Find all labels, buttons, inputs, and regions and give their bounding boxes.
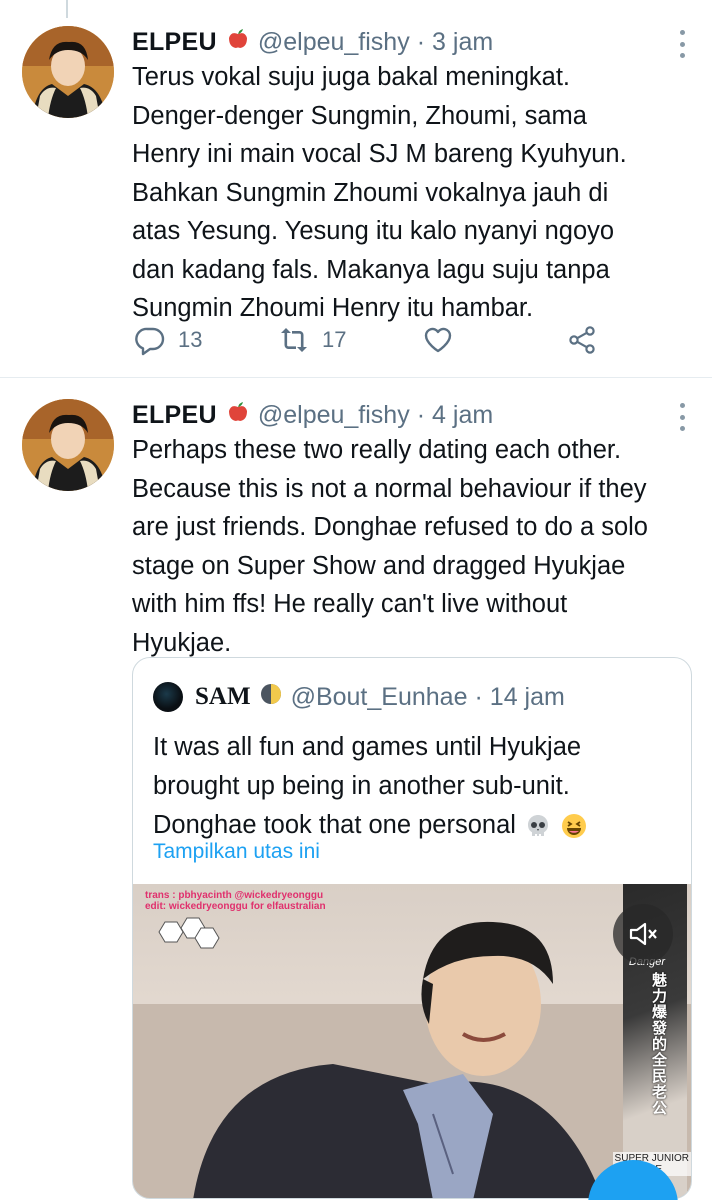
display-name[interactable]: SAM (195, 683, 251, 711)
tweet-text-line: Bahkan Sungmin Zhoumi vokalnya jauh di (132, 178, 609, 207)
tweet-text-line: atas Yesung. Yesung itu kalo nyanyi ngoy… (132, 217, 615, 245)
retweet-count: 17 (322, 327, 347, 352)
timestamp[interactable]: 3 jam (432, 28, 493, 57)
retweet-button[interactable]: 17 (278, 324, 346, 356)
tweet-text-line: dan kadang fals. Makanya lagu suju tanpa (132, 255, 610, 284)
speaker-muted-icon (629, 922, 657, 946)
video-thumbnail[interactable]: trans : pbhyacinth @wickedryeonggu edit:… (133, 884, 691, 1198)
tweet-text-line: with him ffs! He really can't live witho… (132, 590, 568, 618)
avatar[interactable] (22, 26, 114, 118)
share-icon (569, 326, 595, 354)
like-icon (424, 327, 452, 353)
tweet-text-line: Denger-denger Sungmin, Zhoumi, sama (132, 101, 587, 130)
tweet-text-line: Sungmin Zhoumi Henry itu hambar. (132, 294, 534, 322)
quoted-tweet-text: It was all fun and games until Hyukjae b… (153, 728, 673, 845)
tweet-text-line: Henry ini main vocal SJ M bareng Kyuhyun… (132, 140, 627, 168)
avatar[interactable] (153, 682, 183, 712)
quoted-tweet[interactable]: SAM @Bout_Eunhae · 14 jam It was all fun… (132, 657, 692, 1199)
tweet-text: Perhaps these two really dating each oth… (132, 431, 697, 662)
laughing-emoji-icon (561, 813, 586, 838)
handle[interactable]: @elpeu_fishy (258, 28, 410, 57)
show-thread-link[interactable]: Tampilkan utas ini (153, 840, 320, 864)
like-button[interactable] (422, 324, 454, 356)
side-caption: 魅力爆發的全民老公 (650, 972, 667, 1116)
tweet-header: ELPEU @elpeu_fishy · 3 jam (132, 22, 493, 62)
skull-emoji-icon (527, 814, 548, 836)
reply-icon (135, 327, 165, 356)
tweet-actions: 13 17 (132, 324, 602, 364)
more-options-icon[interactable] (678, 30, 686, 58)
half-moon-emoji-icon (259, 682, 283, 713)
tweet-header: ELPEU @elpeu_fishy · 4 jam (132, 395, 493, 435)
tweet-text-line: Perhaps these two really dating each oth… (132, 436, 622, 464)
tweet-text-line: Because this is not a normal behaviour i… (132, 474, 647, 503)
mute-button[interactable] (613, 904, 673, 964)
tweet-text: Terus vokal suju juga bakal meningkat. D… (132, 58, 697, 328)
tweet-1[interactable]: ELPEU @elpeu_fishy · 3 jam Terus vokal s… (0, 0, 712, 378)
tweet-2[interactable]: ELPEU @elpeu_fishy · 4 jam Perhaps these… (0, 379, 712, 1200)
red-apple-emoji-icon (226, 27, 250, 58)
display-name[interactable]: ELPEU (132, 28, 217, 57)
avatar[interactable] (22, 399, 114, 491)
reply-count: 13 (178, 327, 203, 352)
separator: · (416, 400, 426, 429)
more-options-icon[interactable] (678, 403, 686, 431)
reply-button[interactable]: 13 (134, 324, 202, 356)
display-name[interactable]: ELPEU (132, 401, 217, 430)
handle[interactable]: @elpeu_fishy (258, 401, 410, 430)
quoted-text-line: brought up being in another sub-unit. (153, 772, 570, 800)
tweet-text-line: are just friends. Donghae refused to do … (132, 513, 648, 541)
handle[interactable]: @Bout_Eunhae (291, 683, 468, 712)
show-logo-icon (158, 917, 220, 949)
separator: · (474, 682, 483, 711)
quoted-text-line: It was all fun and games until Hyukjae (153, 733, 582, 761)
separator: · (416, 27, 426, 56)
video-caption: trans : pbhyacinth @wickedryeonggu edit:… (145, 890, 326, 912)
tweet-text-line: stage on Super Show and dragged Hyukjae (132, 551, 626, 580)
retweet-icon (281, 328, 307, 352)
share-button[interactable] (566, 324, 598, 356)
timestamp[interactable]: 4 jam (432, 401, 493, 430)
caption-line: edit: wickedryeonggu for elfaustralian (145, 901, 326, 912)
red-apple-emoji-icon (226, 400, 250, 431)
caption-line: trans : pbhyacinth @wickedryeonggu (145, 890, 324, 901)
avatar-photo (22, 26, 114, 118)
quoted-tweet-header: SAM @Bout_Eunhae · 14 jam (153, 680, 565, 714)
avatar-photo (22, 399, 114, 491)
tweet-text-line: Terus vokal suju juga bakal meningkat. (132, 63, 570, 91)
timestamp[interactable]: 14 jam (490, 683, 565, 712)
